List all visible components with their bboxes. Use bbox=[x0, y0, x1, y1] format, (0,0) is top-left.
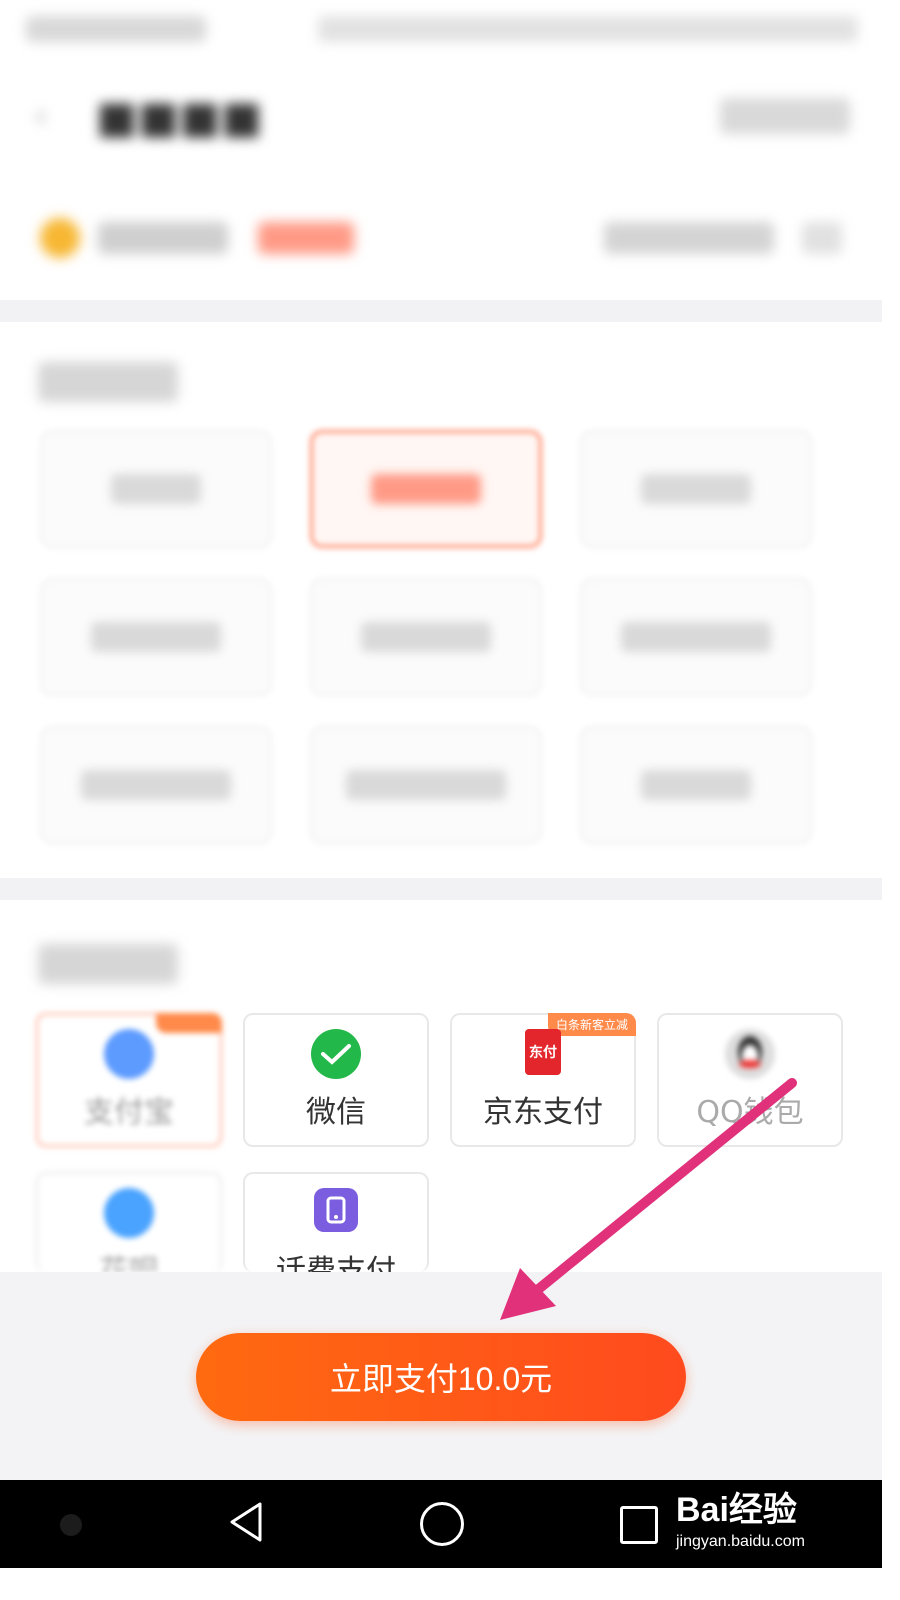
pay-method-jd[interactable]: 白条新客立减 东付 京东支付 bbox=[450, 1013, 636, 1147]
payment-section-title bbox=[38, 944, 178, 984]
pay-method-label: 花呗 bbox=[99, 1254, 159, 1272]
status-bar-right bbox=[318, 16, 858, 42]
page-title: ■■■■ bbox=[96, 92, 263, 143]
jd-pay-icon: 东付 bbox=[525, 1029, 561, 1075]
header: ‹ ■■■■ bbox=[0, 70, 882, 170]
pay-method-label: 微信 bbox=[306, 1095, 366, 1130]
pay-method-label: 京东支付 bbox=[483, 1095, 603, 1130]
nav-dot bbox=[60, 1514, 82, 1536]
alipay-badge bbox=[156, 1013, 222, 1033]
account-row bbox=[0, 200, 882, 280]
pay-method-label: QQ钱包 bbox=[696, 1095, 804, 1130]
pay-method-huabei[interactable]: 花呗 bbox=[36, 1172, 222, 1272]
amount-option[interactable] bbox=[310, 578, 542, 696]
wechat-icon bbox=[311, 1029, 361, 1079]
jd-promo-badge: 白条新客立减 bbox=[547, 1013, 636, 1036]
pay-now-button[interactable]: 立即支付10.0元 bbox=[196, 1333, 686, 1421]
pay-method-label: 话费支付 bbox=[276, 1254, 396, 1272]
back-arrow-icon[interactable]: ‹ bbox=[34, 96, 60, 136]
nav-home-icon[interactable] bbox=[420, 1502, 464, 1546]
amount-option[interactable] bbox=[580, 726, 812, 844]
qq-penguin-icon bbox=[725, 1029, 775, 1079]
account-icon bbox=[40, 218, 80, 258]
huabei-icon bbox=[104, 1188, 154, 1238]
nav-back-icon[interactable] bbox=[226, 1500, 266, 1544]
amount-option[interactable] bbox=[40, 578, 272, 696]
pay-method-wechat[interactable]: 微信 bbox=[243, 1013, 429, 1147]
nav-recent-apps-icon[interactable] bbox=[620, 1506, 658, 1544]
header-link[interactable] bbox=[720, 98, 850, 134]
pay-method-phone[interactable]: 话费支付 bbox=[243, 1172, 429, 1272]
amount-option[interactable] bbox=[40, 430, 272, 548]
phone-bill-icon bbox=[314, 1188, 358, 1232]
section-divider bbox=[0, 300, 882, 322]
pay-method-alipay[interactable]: 支付宝 bbox=[36, 1013, 222, 1147]
section-divider bbox=[0, 878, 882, 900]
amount-option[interactable] bbox=[40, 726, 272, 844]
amount-option[interactable] bbox=[580, 430, 812, 548]
alipay-icon bbox=[104, 1029, 154, 1079]
watermark-url: jingyan.baidu.com bbox=[676, 1533, 805, 1550]
baidu-jingyan-watermark: Bai经验 jingyan.baidu.com bbox=[676, 1482, 805, 1551]
account-value bbox=[258, 222, 354, 254]
amount-option[interactable] bbox=[580, 578, 812, 696]
watermark-logo: Bai经验 bbox=[676, 1491, 797, 1529]
amount-option-selected[interactable] bbox=[310, 430, 542, 548]
pay-method-label: 支付宝 bbox=[84, 1095, 174, 1130]
status-bar bbox=[0, 0, 882, 60]
amount-section-title bbox=[38, 362, 178, 402]
amount-option[interactable] bbox=[310, 726, 542, 844]
status-bar-left bbox=[26, 16, 206, 42]
account-switch[interactable] bbox=[604, 222, 774, 254]
edit-icon[interactable] bbox=[802, 222, 842, 254]
pay-method-qq[interactable]: QQ钱包 bbox=[657, 1013, 843, 1147]
account-label bbox=[98, 222, 228, 254]
